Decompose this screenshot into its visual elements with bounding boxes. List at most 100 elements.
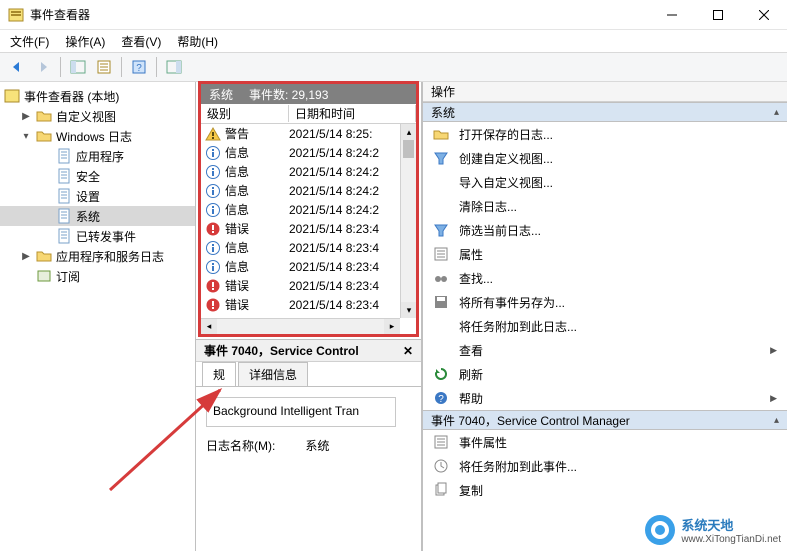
tree-system[interactable]: 系统 [0,206,195,226]
tree-security[interactable]: 安全 [0,166,195,186]
action-event-properties[interactable]: 事件属性 [423,430,787,454]
tree-windows-logs[interactable]: ▾ Windows 日志 [0,126,195,146]
import-icon [433,174,449,190]
event-row[interactable]: 错误2021/5/14 8:23:4 [201,219,416,238]
event-row[interactable]: 信息2021/5/14 8:24:2 [201,200,416,219]
action-refresh[interactable]: 刷新 [423,362,787,386]
minimize-button[interactable] [649,0,695,30]
action-attach-task-event[interactable]: 将任务附加到此事件... [423,454,787,478]
show-hide-tree-button[interactable] [67,56,89,78]
action-view[interactable]: 查看▶ [423,338,787,362]
event-row[interactable]: 信息2021/5/14 8:23:4 [201,257,416,276]
folder-open-icon [36,128,52,144]
row-level: 错误 [225,277,289,294]
detail-title: 事件 7040，Service Control [204,342,359,359]
action-attach-task-log[interactable]: 将任务附加到此日志... [423,314,787,338]
row-date: 2021/5/14 8:25: [289,127,412,141]
menu-action[interactable]: 操作(A) [59,31,111,52]
scroll-up-icon[interactable]: ▴ [401,124,416,140]
maximize-button[interactable] [695,0,741,30]
col-date[interactable]: 日期和时间 [289,105,416,122]
svg-text:?: ? [136,63,142,74]
log-name-label: 日志名称(M): [206,437,275,454]
row-date: 2021/5/14 8:24:2 [289,146,412,160]
folder-icon [36,248,52,264]
action-open-saved[interactable]: 打开保存的日志... [423,122,787,146]
event-row[interactable]: 信息2021/5/14 8:24:2 [201,143,416,162]
menu-view[interactable]: 查看(V) [115,31,167,52]
action-copy[interactable]: 复制 [423,478,787,502]
close-detail-button[interactable]: ✕ [403,344,413,358]
forward-button[interactable] [32,56,54,78]
scroll-right-icon[interactable]: ▸ [384,319,400,335]
tree-custom-views-label: 自定义视图 [56,108,116,125]
list-vscrollbar[interactable]: ▴ ▾ [400,124,416,318]
tab-details[interactable]: 详细信息 [238,362,308,386]
tree-root[interactable]: 事件查看器 (本地) [0,86,195,106]
scroll-down-icon[interactable]: ▾ [401,302,416,318]
action-import-view[interactable]: 导入自定义视图... [423,170,787,194]
tree-forwarded[interactable]: 已转发事件 [0,226,195,246]
log-icon [56,148,72,164]
tree-setup[interactable]: 设置 [0,186,195,206]
column-headers[interactable]: 级别 日期和时间 [201,104,416,124]
action-clear-log[interactable]: 清除日志... [423,194,787,218]
list-hscrollbar[interactable]: ◂ ▸ [201,318,400,334]
collapse-icon[interactable]: ▾ [20,131,32,142]
event-list[interactable]: 级别 日期和时间 警告2021/5/14 8:25:信息2021/5/14 8:… [201,104,416,334]
expand-icon[interactable]: ▶ [20,251,32,262]
tree-custom-views[interactable]: ▶ 自定义视图 [0,106,195,126]
col-level[interactable]: 级别 [201,105,289,122]
action-help[interactable]: ?帮助▶ [423,386,787,410]
tab-general[interactable]: 规 [202,362,236,386]
tree-subscriptions-label: 订阅 [56,268,80,285]
row-date: 2021/5/14 8:23:4 [289,298,412,312]
log-icon [56,188,72,204]
event-row[interactable]: 信息2021/5/14 8:24:2 [201,181,416,200]
action-filter-log[interactable]: 筛选当前日志... [423,218,787,242]
event-row[interactable]: 信息2021/5/14 8:23:4 [201,238,416,257]
log-icon [56,228,72,244]
event-row[interactable]: 信息2021/5/14 8:24:2 [201,162,416,181]
scroll-thumb[interactable] [403,140,414,158]
events-header-count: 事件数: 29,193 [249,86,328,103]
info-icon [205,164,221,180]
action-find[interactable]: 查找... [423,266,787,290]
toolbar: ? [0,52,787,82]
window-title: 事件查看器 [30,6,649,23]
tree-subscriptions[interactable]: 订阅 [0,266,195,286]
funnel-icon [433,150,449,166]
log-icon [56,168,72,184]
back-button[interactable] [6,56,28,78]
close-button[interactable] [741,0,787,30]
tree-app-services[interactable]: ▶ 应用程序和服务日志 [0,246,195,266]
event-row[interactable]: 错误2021/5/14 8:23:4 [201,276,416,295]
detail-body: Background Intelligent Tran 日志名称(M): 系统 [196,386,421,551]
toolbar-extra-button[interactable] [163,56,185,78]
action-event-properties-label: 事件属性 [459,434,507,451]
subscription-icon [36,268,52,284]
action-save-all[interactable]: 将所有事件另存为... [423,290,787,314]
actions-section-system[interactable]: 系统 ▴ [423,102,787,122]
menu-help[interactable]: 帮助(H) [171,31,224,52]
tree-application[interactable]: 应用程序 [0,146,195,166]
event-row[interactable]: 警告2021/5/14 8:25: [201,124,416,143]
expand-icon[interactable]: ▶ [20,111,32,122]
menu-file[interactable]: 文件(F) [4,31,55,52]
action-properties[interactable]: 属性 [423,242,787,266]
tree-security-label: 安全 [76,168,100,185]
scroll-left-icon[interactable]: ◂ [201,319,217,335]
folder-icon [36,108,52,124]
events-header: 系统 事件数: 29,193 [201,84,416,104]
row-date: 2021/5/14 8:23:4 [289,260,412,274]
help-button[interactable]: ? [128,56,150,78]
tree-pane: 事件查看器 (本地) ▶ 自定义视图 ▾ Windows 日志 应用程序 安全 … [0,82,196,551]
action-save-all-label: 将所有事件另存为... [459,294,565,311]
actions-section-event[interactable]: 事件 7040，Service Control Manager ▴ [423,410,787,430]
row-date: 2021/5/14 8:24:2 [289,184,412,198]
event-row[interactable]: 错误2021/5/14 8:23:4 [201,295,416,314]
task-icon [433,458,449,474]
action-create-view[interactable]: 创建自定义视图... [423,146,787,170]
action-import-view-label: 导入自定义视图... [459,174,553,191]
export-list-button[interactable] [93,56,115,78]
